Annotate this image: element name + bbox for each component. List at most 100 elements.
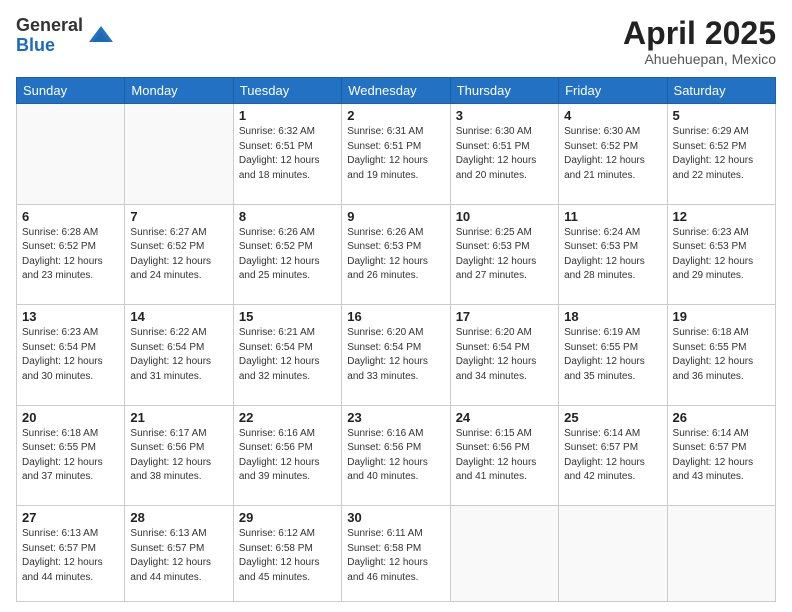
table-row: 11 Sunrise: 6:24 AM Sunset: 6:53 PM Dayli… bbox=[559, 204, 667, 304]
cell-info: Sunrise: 6:14 AM Sunset: 6:57 PM Dayligh… bbox=[564, 427, 661, 485]
table-row: 24Sunrise: 6:15 AM Sunset: 6:56 PM Dayli… bbox=[450, 405, 558, 505]
table-row: 20 Sunrise: 6:18 AM Sunset: 6:55 PM Dayli… bbox=[17, 405, 125, 505]
day-number: 8 bbox=[239, 209, 336, 224]
table-row bbox=[17, 104, 125, 204]
table-row bbox=[559, 506, 667, 602]
table-row: 5 Sunrise: 6:29 AM Sunset: 6:52 PM Daylig… bbox=[667, 104, 775, 204]
day-number: 10 bbox=[456, 209, 553, 224]
table-row bbox=[450, 506, 558, 602]
day-number: 18 bbox=[564, 309, 661, 324]
day-number: 9 bbox=[347, 209, 444, 224]
day-number: 29 bbox=[239, 510, 336, 525]
page: General Blue April 2025 Ahuehuepan, Mexi… bbox=[0, 0, 792, 612]
day-number: 15 bbox=[239, 309, 336, 324]
table-row: 22 Sunrise: 6:16 AM Sunset: 6:56 PM Dayli… bbox=[233, 405, 341, 505]
cell-info: Sunrise: 6:13 AM Sunset: 6:57 PM Dayligh… bbox=[130, 527, 227, 585]
day-number: 26 bbox=[673, 410, 770, 425]
day-number: 19 bbox=[673, 309, 770, 324]
cell-info: Sunrise: 6:21 AM Sunset: 6:54 PM Dayligh… bbox=[239, 326, 336, 384]
table-row: 9 Sunrise: 6:26 AM Sunset: 6:53 PM Daylig… bbox=[342, 204, 450, 304]
cell-info: Sunrise: 6:30 AM Sunset: 6:52 PM Dayligh… bbox=[564, 125, 661, 183]
cell-info: Sunrise: 6:18 AM Sunset: 6:55 PM Dayligh… bbox=[22, 427, 119, 485]
table-row: 1Sunrise: 6:32 AM Sunset: 6:51 PM Daylig… bbox=[233, 104, 341, 204]
cell-info: Sunrise: 6:30 AM Sunset: 6:51 PM Dayligh… bbox=[456, 125, 553, 183]
cell-info: Sunrise: 6:22 AM Sunset: 6:54 PM Dayligh… bbox=[130, 326, 227, 384]
cell-info: Sunrise: 6:13 AM Sunset: 6:57 PM Dayligh… bbox=[22, 527, 119, 585]
day-number: 12 bbox=[673, 209, 770, 224]
calendar-table: Sunday Monday Tuesday Wednesday Thursday… bbox=[16, 77, 776, 602]
table-row: 26 Sunrise: 6:14 AM Sunset: 6:57 PM Dayli… bbox=[667, 405, 775, 505]
cell-info: Sunrise: 6:23 AM Sunset: 6:53 PM Dayligh… bbox=[673, 226, 770, 284]
day-number: 30 bbox=[347, 510, 444, 525]
table-row: 16 Sunrise: 6:20 AM Sunset: 6:54 PM Dayli… bbox=[342, 305, 450, 405]
cell-info: Sunrise: 6:25 AM Sunset: 6:53 PM Dayligh… bbox=[456, 226, 553, 284]
table-row: 29 Sunrise: 6:12 AM Sunset: 6:58 PM Dayli… bbox=[233, 506, 341, 602]
day-number: 5 bbox=[673, 108, 770, 123]
header-saturday: Saturday bbox=[667, 78, 775, 104]
day-number: 22 bbox=[239, 410, 336, 425]
cell-info: Sunrise: 6:29 AM Sunset: 6:52 PM Dayligh… bbox=[673, 125, 770, 183]
header-wednesday: Wednesday bbox=[342, 78, 450, 104]
table-row: 3 Sunrise: 6:30 AM Sunset: 6:51 PM Daylig… bbox=[450, 104, 558, 204]
day-number: 6 bbox=[22, 209, 119, 224]
day-number: 27 bbox=[22, 510, 119, 525]
cell-info: Sunrise: 6:14 AM Sunset: 6:57 PM Dayligh… bbox=[673, 427, 770, 485]
cell-info: Sunrise: 6:31 AM Sunset: 6:51 PM Dayligh… bbox=[347, 125, 444, 183]
table-row: 15 Sunrise: 6:21 AM Sunset: 6:54 PM Dayli… bbox=[233, 305, 341, 405]
table-row: 25 Sunrise: 6:14 AM Sunset: 6:57 PM Dayli… bbox=[559, 405, 667, 505]
cell-info: Sunrise: 6:20 AM Sunset: 6:54 PM Dayligh… bbox=[347, 326, 444, 384]
table-row: 10 Sunrise: 6:25 AM Sunset: 6:53 PM Dayli… bbox=[450, 204, 558, 304]
cell-info: Sunrise: 6:20 AM Sunset: 6:54 PM Dayligh… bbox=[456, 326, 553, 384]
day-number: 16 bbox=[347, 309, 444, 324]
day-number: 24 bbox=[456, 410, 553, 425]
logo-text: General Blue bbox=[16, 16, 83, 56]
day-number: 21 bbox=[130, 410, 227, 425]
table-row: 4 Sunrise: 6:30 AM Sunset: 6:52 PM Daylig… bbox=[559, 104, 667, 204]
day-number: 17 bbox=[456, 309, 553, 324]
day-number: 2 bbox=[347, 108, 444, 123]
table-row: 27 Sunrise: 6:13 AM Sunset: 6:57 PM Dayli… bbox=[17, 506, 125, 602]
table-row: 23Sunrise: 6:16 AM Sunset: 6:56 PM Dayli… bbox=[342, 405, 450, 505]
header-sunday: Sunday bbox=[17, 78, 125, 104]
day-number: 13 bbox=[22, 309, 119, 324]
logo-blue: Blue bbox=[16, 36, 83, 56]
day-number: 25 bbox=[564, 410, 661, 425]
day-number: 4 bbox=[564, 108, 661, 123]
day-number: 28 bbox=[130, 510, 227, 525]
table-row: 17 Sunrise: 6:20 AM Sunset: 6:54 PM Dayli… bbox=[450, 305, 558, 405]
cell-info: Sunrise: 6:26 AM Sunset: 6:53 PM Dayligh… bbox=[347, 226, 444, 284]
table-row: 30 Sunrise: 6:11 AM Sunset: 6:58 PM Dayli… bbox=[342, 506, 450, 602]
cell-info: Sunrise: 6:23 AM Sunset: 6:54 PM Dayligh… bbox=[22, 326, 119, 384]
table-row: 7 Sunrise: 6:27 AM Sunset: 6:52 PM Daylig… bbox=[125, 204, 233, 304]
header-thursday: Thursday bbox=[450, 78, 558, 104]
day-number: 11 bbox=[564, 209, 661, 224]
cell-info: Sunrise: 6:12 AM Sunset: 6:58 PM Dayligh… bbox=[239, 527, 336, 585]
cell-info: Sunrise: 6:24 AM Sunset: 6:53 PM Dayligh… bbox=[564, 226, 661, 284]
cell-info: Sunrise: 6:26 AM Sunset: 6:52 PM Dayligh… bbox=[239, 226, 336, 284]
table-row: 21 Sunrise: 6:17 AM Sunset: 6:56 PM Dayli… bbox=[125, 405, 233, 505]
table-row: 13 Sunrise: 6:23 AM Sunset: 6:54 PM Dayli… bbox=[17, 305, 125, 405]
cell-info: Sunrise: 6:11 AM Sunset: 6:58 PM Dayligh… bbox=[347, 527, 444, 585]
days-header-row: Sunday Monday Tuesday Wednesday Thursday… bbox=[17, 78, 776, 104]
table-row: 12 Sunrise: 6:23 AM Sunset: 6:53 PM Dayli… bbox=[667, 204, 775, 304]
table-row: 18 Sunrise: 6:19 AM Sunset: 6:55 PM Dayli… bbox=[559, 305, 667, 405]
header-monday: Monday bbox=[125, 78, 233, 104]
day-number: 7 bbox=[130, 209, 227, 224]
table-row bbox=[125, 104, 233, 204]
cell-info: Sunrise: 6:17 AM Sunset: 6:56 PM Dayligh… bbox=[130, 427, 227, 485]
cell-info: Sunrise: 6:32 AM Sunset: 6:51 PM Dayligh… bbox=[239, 125, 336, 183]
day-number: 3 bbox=[456, 108, 553, 123]
logo-general: General bbox=[16, 16, 83, 36]
table-row: 28 Sunrise: 6:13 AM Sunset: 6:57 PM Dayli… bbox=[125, 506, 233, 602]
table-row: 2 Sunrise: 6:31 AM Sunset: 6:51 PM Daylig… bbox=[342, 104, 450, 204]
month-title: April 2025 bbox=[623, 16, 776, 51]
day-number: 23 bbox=[347, 410, 444, 425]
location: Ahuehuepan, Mexico bbox=[623, 51, 776, 67]
cell-info: Sunrise: 6:16 AM Sunset: 6:56 PM Dayligh… bbox=[239, 427, 336, 485]
cell-info: Sunrise: 6:19 AM Sunset: 6:55 PM Dayligh… bbox=[564, 326, 661, 384]
cell-info: Sunrise: 6:27 AM Sunset: 6:52 PM Dayligh… bbox=[130, 226, 227, 284]
table-row: 19Sunrise: 6:18 AM Sunset: 6:55 PM Dayli… bbox=[667, 305, 775, 405]
logo: General Blue bbox=[16, 16, 115, 56]
table-row: 8 Sunrise: 6:26 AM Sunset: 6:52 PM Daylig… bbox=[233, 204, 341, 304]
day-number: 20 bbox=[22, 410, 119, 425]
